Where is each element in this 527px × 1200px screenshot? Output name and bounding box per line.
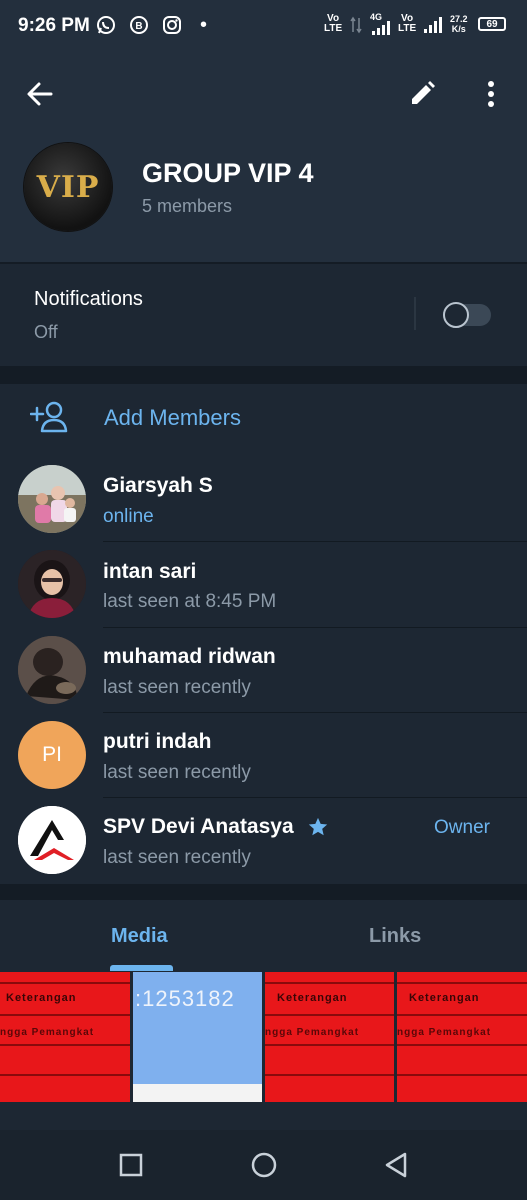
avatar[interactable] — [18, 636, 86, 704]
data-arrows-icon — [350, 16, 362, 34]
volte-indicator-2: Vo LTE — [398, 13, 417, 34]
svg-text:B: B — [135, 21, 142, 32]
media-thumbnail[interactable]: Keterangan ngga Pemangkat — [265, 972, 394, 1102]
volte-indicator-1: Vo LTE — [324, 13, 343, 34]
status-time: 9:26 PM — [18, 15, 90, 36]
member-status: last seen recently — [103, 762, 251, 783]
section-divider — [0, 366, 527, 384]
signal-icon-2 — [424, 17, 442, 33]
member-name: intan sari — [103, 560, 197, 583]
add-member-icon[interactable] — [30, 400, 68, 434]
active-tab-indicator — [110, 965, 173, 971]
member-divider — [103, 797, 527, 798]
notifications-label: Notifications — [34, 288, 143, 310]
media-thumbnail[interactable]: :1253182 — [133, 972, 262, 1102]
member-status: last seen recently — [103, 847, 251, 868]
group-avatar-text: VIP — [36, 169, 100, 205]
back-nav-icon[interactable] — [383, 1151, 409, 1179]
premium-star-icon — [308, 817, 328, 836]
avatar-photo-3 — [18, 636, 86, 704]
media-tabs — [0, 900, 527, 972]
member-name: Giarsyah S — [103, 474, 213, 497]
instagram-icon — [163, 16, 181, 34]
thumbnail-text: ngga Pemangkat — [397, 1027, 492, 1038]
avatar-initials: PI — [42, 743, 62, 766]
signal-icon — [372, 21, 390, 35]
edit-pencil-icon[interactable] — [408, 80, 436, 108]
notifications-toggle[interactable] — [443, 302, 491, 328]
member-name: muhamad ridwan — [103, 645, 276, 668]
member-divider — [103, 541, 527, 542]
status-bar: 9:26 PM B • Vo LTE 4G Vo LTE 27.2 K/s 69 — [0, 0, 527, 52]
member-name: SPV Devi Anatasya — [103, 815, 294, 838]
group-member-count: 5 members — [142, 196, 233, 216]
thumbnail-text: Keterangan — [6, 992, 77, 1004]
avatar-photo-1 — [18, 465, 86, 533]
thumbnail-text: Keterangan — [409, 992, 480, 1004]
member-divider — [103, 627, 527, 628]
more-options-icon[interactable] — [482, 80, 500, 108]
business-icon: B — [130, 16, 148, 34]
avatar-photo-2 — [18, 550, 86, 618]
notifications-divider — [414, 297, 416, 330]
member-divider — [103, 712, 527, 713]
thumbnail-text: ngga Pemangkat — [0, 1027, 95, 1038]
group-title: GROUP VIP 4 — [142, 158, 314, 188]
back-arrow-icon[interactable] — [26, 80, 54, 108]
group-avatar[interactable]: VIP — [24, 143, 112, 231]
recent-apps-icon[interactable] — [119, 1153, 143, 1177]
tab-media[interactable]: Media — [111, 925, 168, 948]
thumbnail-text: ngga Pemangkat — [265, 1027, 360, 1038]
whatsapp-icon — [97, 16, 115, 34]
avatar[interactable] — [18, 806, 86, 874]
member-status: online — [103, 506, 154, 527]
add-members-button[interactable]: Add Members — [104, 405, 241, 431]
notification-dot: • — [200, 14, 208, 36]
thumbnail-text: :1253182 — [135, 986, 235, 1011]
member-name: putri indah — [103, 730, 212, 753]
thumbnail-text: Keterangan — [277, 992, 348, 1004]
member-status: last seen recently — [103, 677, 251, 698]
tab-links[interactable]: Links — [369, 925, 421, 948]
avatar[interactable] — [18, 465, 86, 533]
media-thumbnail[interactable]: Keterangan ngga Pemangkat — [0, 972, 130, 1102]
avatar[interactable]: PI — [18, 721, 86, 789]
member-status: last seen at 8:45 PM — [103, 591, 277, 612]
media-thumbnail[interactable]: Keterangan ngga Pemangkat — [397, 972, 527, 1102]
owner-badge: Owner — [434, 817, 490, 838]
avatar[interactable] — [18, 550, 86, 618]
home-icon[interactable] — [250, 1151, 278, 1179]
battery-indicator: 69 — [478, 17, 506, 31]
notifications-value: Off — [34, 322, 58, 342]
section-divider — [0, 884, 527, 900]
avatar-logo-icon — [18, 806, 86, 874]
network-speed: 27.2 K/s — [450, 14, 468, 34]
toggle-knob — [443, 302, 469, 328]
